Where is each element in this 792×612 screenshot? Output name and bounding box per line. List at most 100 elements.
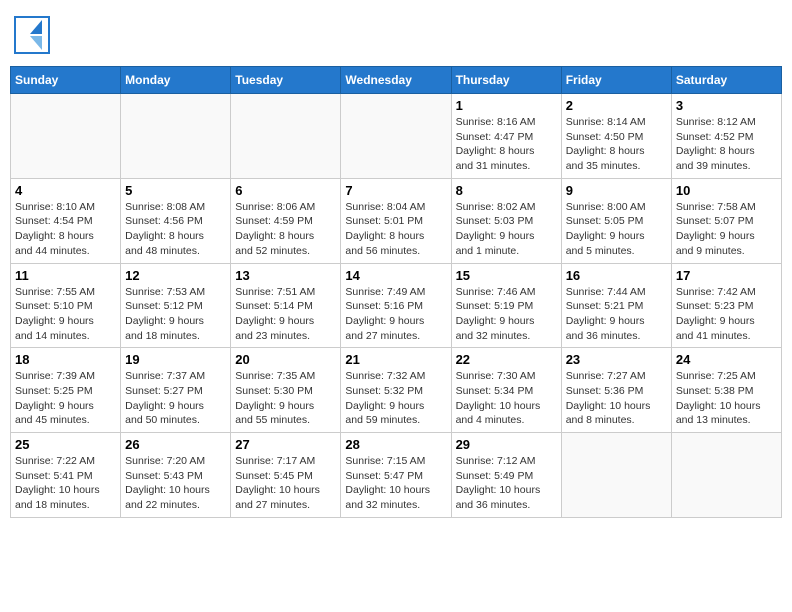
day-number: 4 [15, 183, 116, 198]
calendar-day-5-5: 29 Sunrise: 7:12 AM Sunset: 5:49 PM Dayli… [451, 433, 561, 518]
day-number: 15 [456, 268, 557, 283]
day-number: 12 [125, 268, 226, 283]
page-header [10, 10, 782, 60]
day-info: Sunrise: 7:27 AM Sunset: 5:36 PM Dayligh… [566, 369, 667, 428]
day-info: Sunrise: 7:32 AM Sunset: 5:32 PM Dayligh… [345, 369, 446, 428]
calendar-day-2-3: 6Sunrise: 8:06 AM Sunset: 4:59 PM Daylig… [231, 178, 341, 263]
weekday-header-thursday: Thursday [451, 67, 561, 94]
day-info: Sunrise: 7:35 AM Sunset: 5:30 PM Dayligh… [235, 369, 336, 428]
calendar-day-1-1 [11, 94, 121, 179]
calendar-day-4-4: 21 Sunrise: 7:32 AM Sunset: 5:32 PM Dayli… [341, 348, 451, 433]
calendar-day-4-1: 18 Sunrise: 7:39 AM Sunset: 5:25 PM Dayli… [11, 348, 121, 433]
day-info: Sunrise: 7:39 AM Sunset: 5:25 PM Dayligh… [15, 369, 116, 428]
calendar-day-1-6: 2 Sunrise: 8:14 AM Sunset: 4:50 PM Daylig… [561, 94, 671, 179]
day-info: Sunrise: 8:08 AM Sunset: 4:56 PM Dayligh… [125, 200, 226, 259]
day-number: 25 [15, 437, 116, 452]
calendar-day-5-1: 25 Sunrise: 7:22 AM Sunset: 5:41 PM Dayli… [11, 433, 121, 518]
calendar-week-2: 4 Sunrise: 8:10 AM Sunset: 4:54 PM Daylig… [11, 178, 782, 263]
day-number: 9 [566, 183, 667, 198]
day-number: 24 [676, 352, 777, 367]
day-number: 1 [456, 98, 557, 113]
weekday-header-tuesday: Tuesday [231, 67, 341, 94]
calendar-day-4-5: 22 Sunrise: 7:30 AM Sunset: 5:34 PM Dayli… [451, 348, 561, 433]
day-info: Sunrise: 7:25 AM Sunset: 5:38 PM Dayligh… [676, 369, 777, 428]
day-number: 23 [566, 352, 667, 367]
calendar-day-1-3 [231, 94, 341, 179]
day-number: 14 [345, 268, 446, 283]
day-number: 22 [456, 352, 557, 367]
calendar-week-1: 1 Sunrise: 8:16 AM Sunset: 4:47 PM Daylig… [11, 94, 782, 179]
day-number: 19 [125, 352, 226, 367]
calendar-day-1-7: 3Sunrise: 8:12 AM Sunset: 4:52 PM Daylig… [671, 94, 781, 179]
calendar-day-3-6: 16 Sunrise: 7:44 AM Sunset: 5:21 PM Dayli… [561, 263, 671, 348]
day-info: Sunrise: 7:46 AM Sunset: 5:19 PM Dayligh… [456, 285, 557, 344]
calendar-day-3-4: 14 Sunrise: 7:49 AM Sunset: 5:16 PM Dayli… [341, 263, 451, 348]
calendar-day-2-4: 7 Sunrise: 8:04 AM Sunset: 5:01 PM Daylig… [341, 178, 451, 263]
day-info: Sunrise: 8:10 AM Sunset: 4:54 PM Dayligh… [15, 200, 116, 259]
calendar-day-5-7 [671, 433, 781, 518]
calendar-day-5-3: 27 Sunrise: 7:17 AM Sunset: 5:45 PM Dayli… [231, 433, 341, 518]
logo-triangle-bottom [30, 36, 42, 50]
day-info: Sunrise: 7:53 AM Sunset: 5:12 PM Dayligh… [125, 285, 226, 344]
weekday-header-monday: Monday [121, 67, 231, 94]
day-info: Sunrise: 7:12 AM Sunset: 5:49 PM Dayligh… [456, 454, 557, 513]
day-info: Sunrise: 7:22 AM Sunset: 5:41 PM Dayligh… [15, 454, 116, 513]
calendar-day-5-6 [561, 433, 671, 518]
calendar-day-2-6: 9 Sunrise: 8:00 AM Sunset: 5:05 PM Daylig… [561, 178, 671, 263]
logo [14, 10, 50, 60]
calendar-day-4-6: 23 Sunrise: 7:27 AM Sunset: 5:36 PM Dayli… [561, 348, 671, 433]
day-number: 26 [125, 437, 226, 452]
weekday-header-friday: Friday [561, 67, 671, 94]
calendar-day-2-5: 8Sunrise: 8:02 AM Sunset: 5:03 PM Daylig… [451, 178, 561, 263]
day-number: 17 [676, 268, 777, 283]
day-number: 16 [566, 268, 667, 283]
calendar-day-2-2: 5Sunrise: 8:08 AM Sunset: 4:56 PM Daylig… [121, 178, 231, 263]
calendar-day-4-3: 20Sunrise: 7:35 AM Sunset: 5:30 PM Dayli… [231, 348, 341, 433]
day-info: Sunrise: 7:37 AM Sunset: 5:27 PM Dayligh… [125, 369, 226, 428]
calendar-day-2-7: 10 Sunrise: 7:58 AM Sunset: 5:07 PM Dayli… [671, 178, 781, 263]
day-number: 6 [235, 183, 336, 198]
calendar-day-3-1: 11 Sunrise: 7:55 AM Sunset: 5:10 PM Dayli… [11, 263, 121, 348]
day-info: Sunrise: 7:30 AM Sunset: 5:34 PM Dayligh… [456, 369, 557, 428]
day-info: Sunrise: 7:49 AM Sunset: 5:16 PM Dayligh… [345, 285, 446, 344]
calendar-day-5-4: 28 Sunrise: 7:15 AM Sunset: 5:47 PM Dayli… [341, 433, 451, 518]
day-number: 21 [345, 352, 446, 367]
day-info: Sunrise: 8:16 AM Sunset: 4:47 PM Dayligh… [456, 115, 557, 174]
weekday-header-wednesday: Wednesday [341, 67, 451, 94]
calendar-day-2-1: 4 Sunrise: 8:10 AM Sunset: 4:54 PM Daylig… [11, 178, 121, 263]
day-info: Sunrise: 7:58 AM Sunset: 5:07 PM Dayligh… [676, 200, 777, 259]
calendar-body: 1 Sunrise: 8:16 AM Sunset: 4:47 PM Daylig… [11, 94, 782, 518]
day-number: 11 [15, 268, 116, 283]
weekday-header-sunday: Sunday [11, 67, 121, 94]
day-number: 7 [345, 183, 446, 198]
day-number: 10 [676, 183, 777, 198]
calendar-day-1-5: 1 Sunrise: 8:16 AM Sunset: 4:47 PM Daylig… [451, 94, 561, 179]
day-number: 28 [345, 437, 446, 452]
day-info: Sunrise: 7:15 AM Sunset: 5:47 PM Dayligh… [345, 454, 446, 513]
day-info: Sunrise: 8:14 AM Sunset: 4:50 PM Dayligh… [566, 115, 667, 174]
calendar-day-5-2: 26 Sunrise: 7:20 AM Sunset: 5:43 PM Dayli… [121, 433, 231, 518]
calendar-week-5: 25 Sunrise: 7:22 AM Sunset: 5:41 PM Dayli… [11, 433, 782, 518]
day-info: Sunrise: 7:44 AM Sunset: 5:21 PM Dayligh… [566, 285, 667, 344]
calendar-day-3-2: 12 Sunrise: 7:53 AM Sunset: 5:12 PM Dayli… [121, 263, 231, 348]
day-info: Sunrise: 7:55 AM Sunset: 5:10 PM Dayligh… [15, 285, 116, 344]
calendar-day-4-7: 24 Sunrise: 7:25 AM Sunset: 5:38 PM Dayli… [671, 348, 781, 433]
day-number: 2 [566, 98, 667, 113]
day-info: Sunrise: 7:42 AM Sunset: 5:23 PM Dayligh… [676, 285, 777, 344]
calendar-day-1-4 [341, 94, 451, 179]
calendar-day-1-2 [121, 94, 231, 179]
day-info: Sunrise: 8:02 AM Sunset: 5:03 PM Dayligh… [456, 200, 557, 259]
calendar-day-3-5: 15 Sunrise: 7:46 AM Sunset: 5:19 PM Dayli… [451, 263, 561, 348]
calendar-table: SundayMondayTuesdayWednesdayThursdayFrid… [10, 66, 782, 518]
calendar-day-3-7: 17 Sunrise: 7:42 AM Sunset: 5:23 PM Dayli… [671, 263, 781, 348]
weekday-header-row: SundayMondayTuesdayWednesdayThursdayFrid… [11, 67, 782, 94]
day-number: 18 [15, 352, 116, 367]
day-info: Sunrise: 8:00 AM Sunset: 5:05 PM Dayligh… [566, 200, 667, 259]
day-info: Sunrise: 7:17 AM Sunset: 5:45 PM Dayligh… [235, 454, 336, 513]
day-info: Sunrise: 8:04 AM Sunset: 5:01 PM Dayligh… [345, 200, 446, 259]
day-number: 3 [676, 98, 777, 113]
day-number: 29 [456, 437, 557, 452]
day-number: 27 [235, 437, 336, 452]
calendar-week-4: 18 Sunrise: 7:39 AM Sunset: 5:25 PM Dayli… [11, 348, 782, 433]
day-info: Sunrise: 7:20 AM Sunset: 5:43 PM Dayligh… [125, 454, 226, 513]
